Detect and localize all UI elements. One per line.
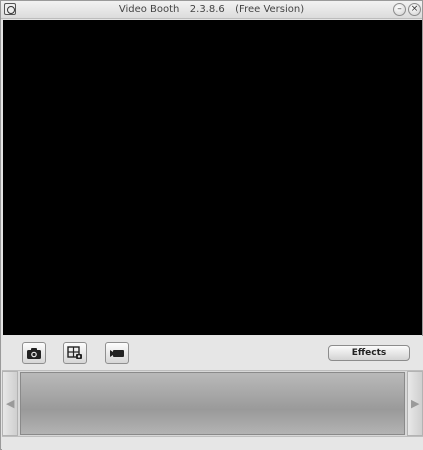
record-video-button[interactable] bbox=[105, 342, 129, 364]
scroll-right-button[interactable]: ▶ bbox=[407, 371, 423, 436]
capture-toolbar: Effects bbox=[2, 336, 423, 371]
photo-grid-icon bbox=[67, 346, 82, 359]
thumbnail-strip: ◀ ▶ bbox=[2, 371, 423, 436]
camera-icon bbox=[27, 348, 41, 359]
title-bar[interactable]: Video Booth 2.3.8.6 (Free Version) – × bbox=[1, 1, 422, 19]
status-bar bbox=[2, 436, 423, 450]
close-button[interactable]: × bbox=[408, 3, 421, 16]
effects-button[interactable]: Effects bbox=[328, 345, 410, 361]
take-photo-button[interactable] bbox=[22, 342, 46, 364]
chevron-right-icon: ▶ bbox=[411, 397, 420, 410]
app-window: Video Booth 2.3.8.6 (Free Version) – × E… bbox=[0, 0, 423, 450]
scroll-left-button[interactable]: ◀ bbox=[2, 371, 18, 436]
window-title-app: Video Booth bbox=[118, 4, 180, 15]
photo-grid-button[interactable] bbox=[63, 342, 87, 364]
window-title-version: 2.3.8.6 bbox=[189, 4, 225, 15]
close-icon: × bbox=[410, 4, 419, 14]
window-title: Video Booth 2.3.8.6 (Free Version) bbox=[1, 4, 422, 15]
thumbnail-area[interactable] bbox=[20, 372, 405, 435]
minimize-icon: – bbox=[397, 4, 402, 14]
chevron-left-icon: ◀ bbox=[6, 397, 15, 410]
video-preview[interactable] bbox=[3, 20, 422, 335]
minimize-button[interactable]: – bbox=[393, 3, 406, 16]
video-camera-icon bbox=[110, 350, 124, 357]
window-title-edition: (Free Version) bbox=[235, 4, 305, 15]
